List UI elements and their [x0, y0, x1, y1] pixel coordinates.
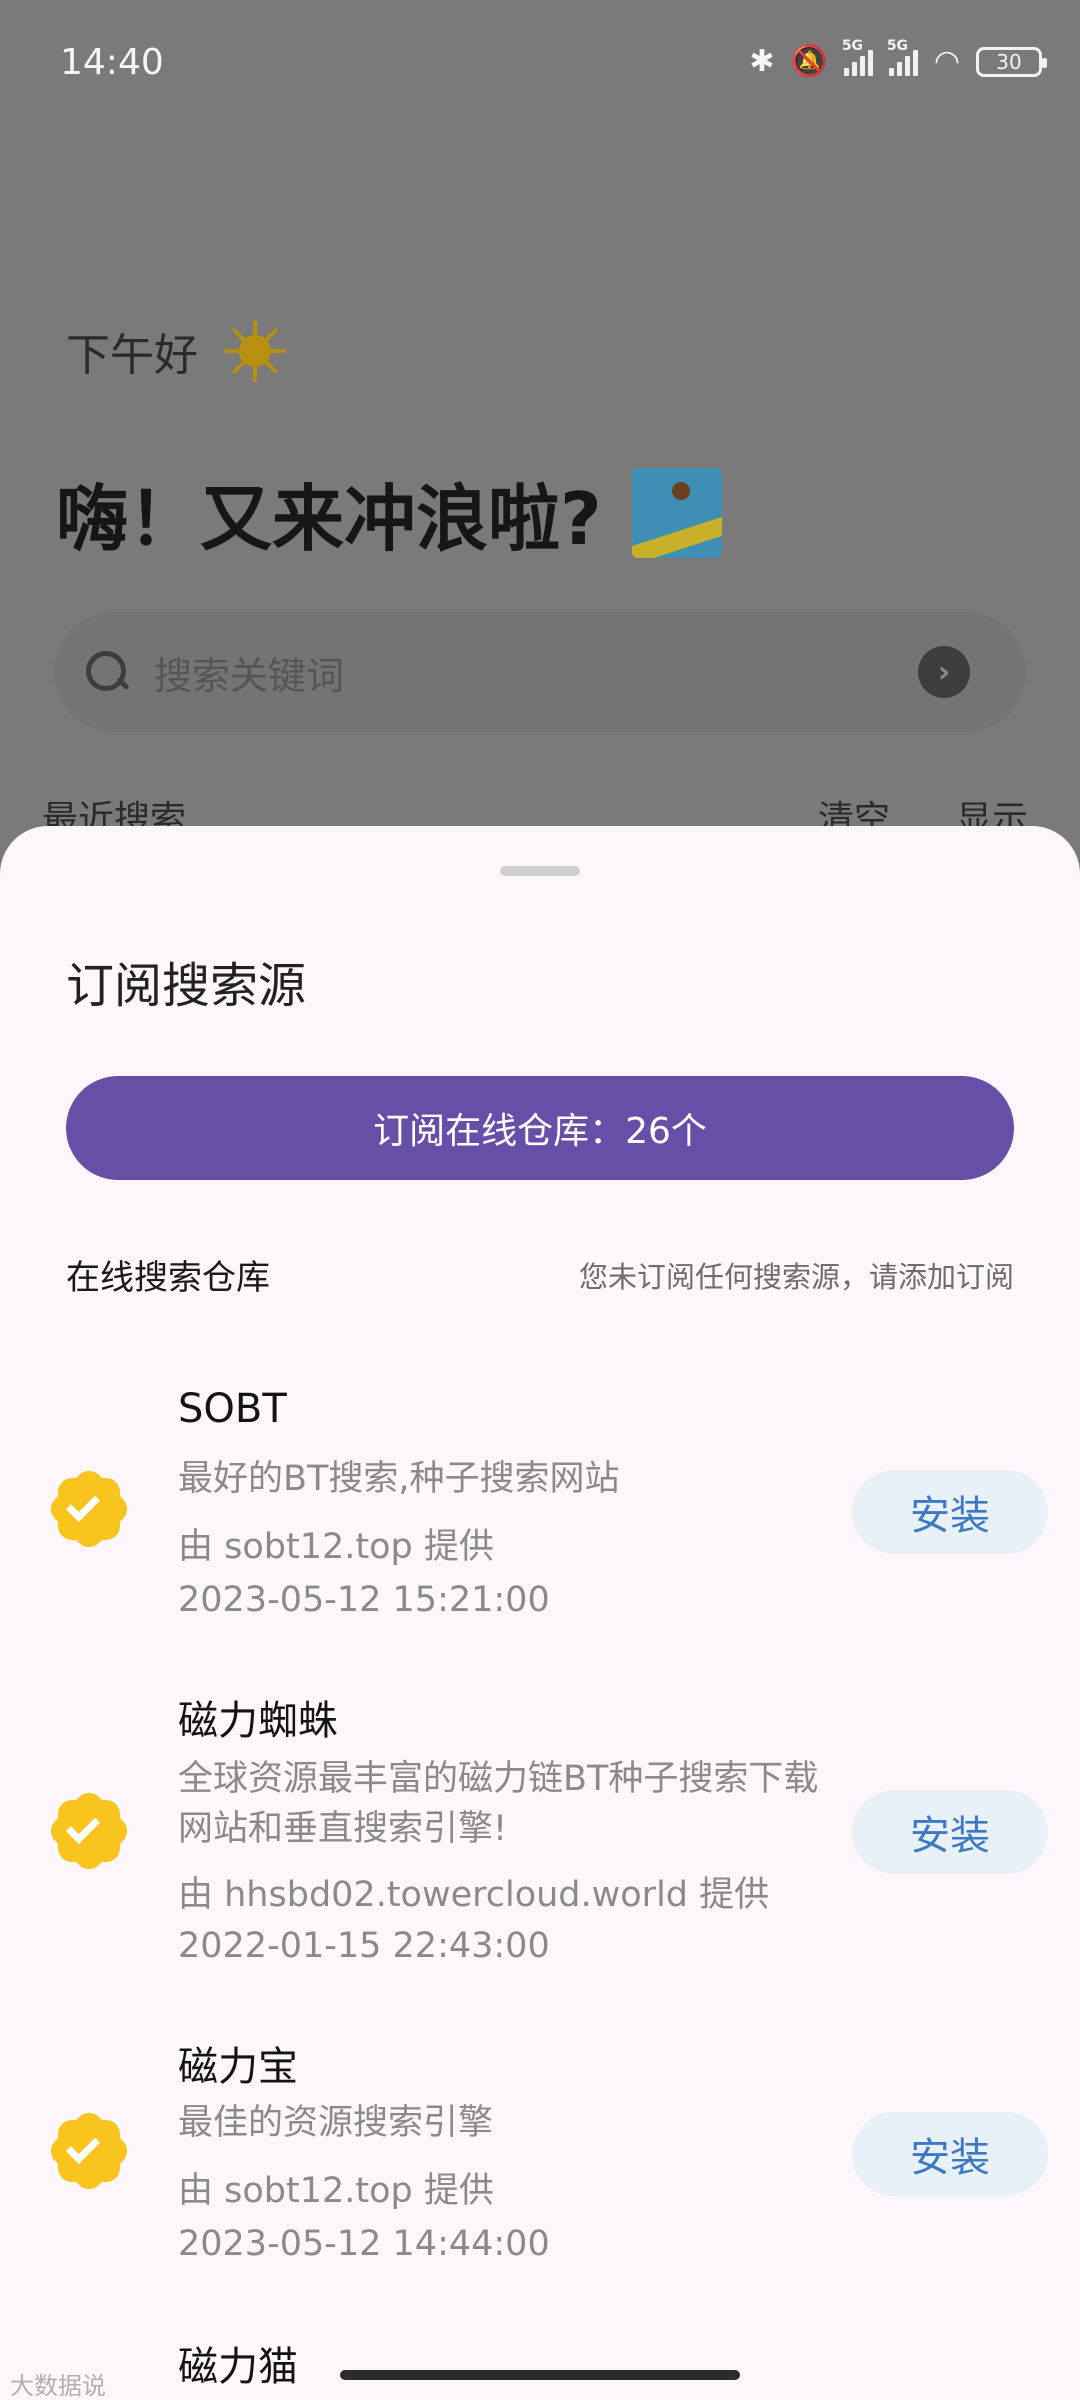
- verified-badge-icon: [45, 2107, 133, 2195]
- drag-handle[interactable]: [500, 866, 580, 876]
- subscribe-sources-sheet: 订阅搜索源 订阅在线仓库：26个 在线搜索仓库 您未订阅任何搜索源，请添加订阅 …: [0, 826, 1080, 2400]
- headline-text: 嗨！又来冲浪啦?: [56, 477, 602, 561]
- watermark: 大数据说: [10, 2372, 106, 2400]
- verified-badge-icon: [45, 1787, 133, 1875]
- search-go-icon[interactable]: ›: [918, 646, 970, 698]
- search-bar[interactable]: 搜索关键词 ›: [54, 612, 1026, 732]
- greeting: 下午好: [66, 318, 288, 384]
- source-description: 全球资源最丰富的磁力链BT种子搜索下载网站和垂直搜索引擎!: [178, 1759, 819, 1849]
- source-provider: 由 sobt12.top 提供: [178, 1527, 494, 1567]
- sheet-title: 订阅搜索源: [66, 958, 307, 1014]
- home-indicator[interactable]: [340, 2370, 740, 2380]
- install-button[interactable]: 安装: [852, 1790, 1048, 1874]
- surfer-icon: [631, 467, 722, 558]
- install-button[interactable]: 安装: [852, 2112, 1048, 2196]
- source-description: 最佳的资源搜索引擎: [178, 2103, 494, 2143]
- subscribe-online-repo-button[interactable]: 订阅在线仓库：26个: [66, 1076, 1014, 1180]
- source-provider: 由 hhsbd02.towercloud.world 提供: [178, 1875, 770, 1915]
- online-repo-label: 在线搜索仓库: [66, 1258, 270, 1298]
- headline: 嗨！又来冲浪啦?: [56, 460, 722, 565]
- search-input[interactable]: 搜索关键词: [154, 645, 344, 700]
- subscription-status-note: 您未订阅任何搜索源，请添加订阅: [578, 1260, 1014, 1294]
- greeting-text: 下午好: [66, 330, 198, 381]
- search-icon: [84, 649, 130, 695]
- source-name: 磁力蜘蛛: [178, 1698, 338, 1744]
- source-date: 2023-05-12 14:44:00: [178, 2224, 550, 2264]
- source-name: 磁力猫: [178, 2344, 298, 2390]
- install-button[interactable]: 安装: [852, 1470, 1048, 1554]
- source-description: 最好的BT搜索,种子搜索网站: [178, 1459, 620, 1499]
- sun-icon: [222, 318, 288, 384]
- source-date: 2023-05-12 15:21:00: [178, 1580, 550, 1620]
- source-date: 2022-01-15 22:43:00: [178, 1926, 550, 1966]
- source-name: 磁力宝: [178, 2044, 298, 2090]
- source-name: SOBT: [178, 1386, 287, 1432]
- source-provider: 由 sobt12.top 提供: [178, 2171, 494, 2211]
- verified-badge-icon: [45, 1465, 133, 1553]
- home-page-background: 下午好 嗨！又来冲浪啦? 搜索关键词 › 最近搜索 清空 显示: [0, 0, 1080, 860]
